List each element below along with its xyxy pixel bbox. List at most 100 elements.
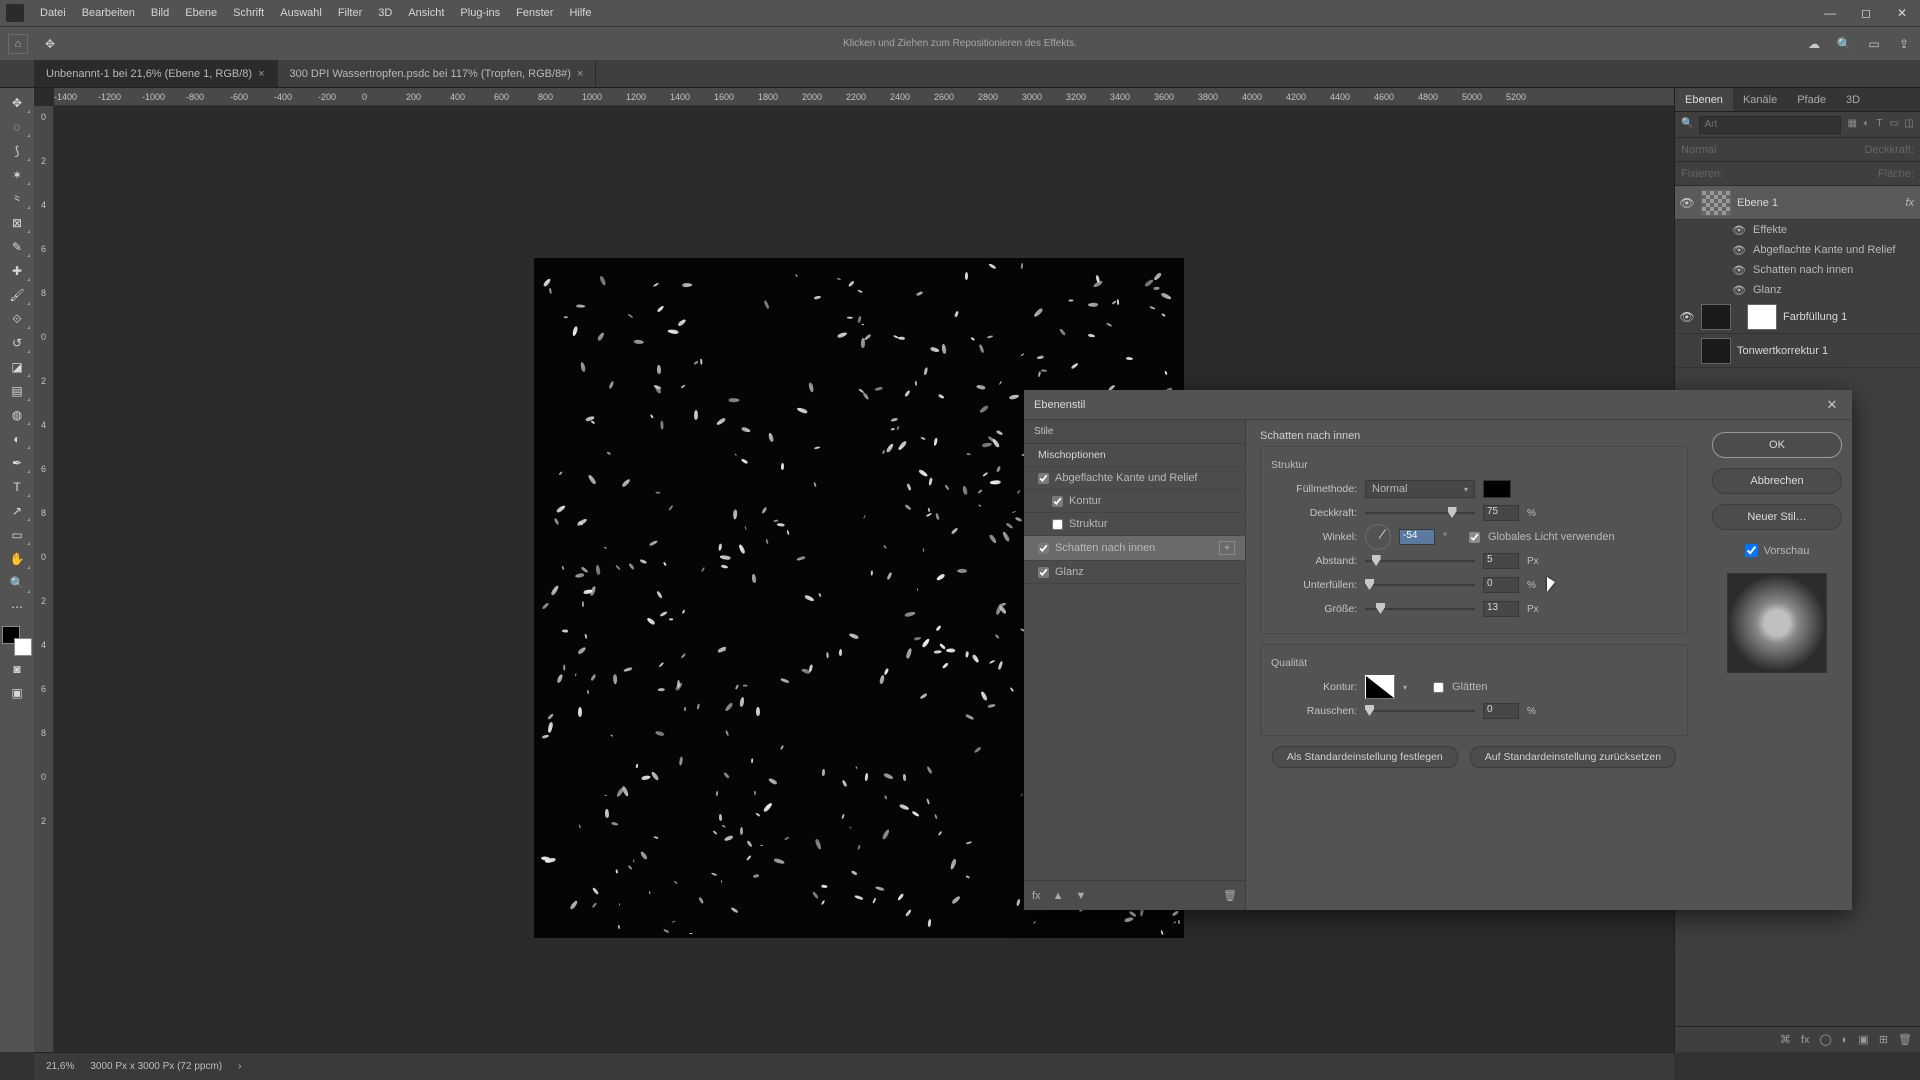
fx-header[interactable]: 👁 Effekte [1675,220,1920,240]
wand-tool-icon[interactable]: ✶ [3,164,31,186]
hand-tool-icon[interactable]: ✋ [3,548,31,570]
search-icon[interactable]: 🔍 [1836,36,1852,52]
reset-default-button[interactable]: Auf Standardeinstellung zurücksetzen [1470,746,1676,768]
menu-filter[interactable]: Filter [330,7,370,19]
contour-picker[interactable] [1365,675,1407,699]
status-chevron-icon[interactable]: › [238,1061,241,1072]
dialog-titlebar[interactable]: Ebenenstil ✕ [1024,390,1852,420]
layer-thumb[interactable] [1701,190,1731,216]
dodge-tool-icon[interactable]: ◐ [3,428,31,450]
link-icon[interactable]: ⌘ [1780,1033,1791,1046]
angle-dial[interactable] [1365,524,1391,550]
fx-inner-shadow[interactable]: 👁 Schatten nach innen [1675,260,1920,280]
more-tools-icon[interactable]: ⋯ [3,596,31,618]
menu-hilfe[interactable]: Hilfe [561,7,599,19]
tab-close-icon[interactable]: × [258,68,264,80]
gradient-tool-icon[interactable]: ▤ [3,380,31,402]
screenmode-icon[interactable]: ▣ [3,682,31,704]
heal-tool-icon[interactable]: ✚ [3,260,31,282]
mask-icon[interactable]: ◯ [1819,1033,1831,1046]
down-icon[interactable]: ▼ [1075,890,1086,902]
new-style-button[interactable]: Neuer Stil… [1712,504,1842,530]
share-icon[interactable]: ⇪ [1896,36,1912,52]
panel-tab-pfade[interactable]: Pfade [1787,88,1836,111]
distance-input[interactable]: 5 [1483,553,1519,569]
inner-shadow-row[interactable]: Schatten nach innen + [1024,536,1245,561]
styles-header[interactable]: Stile [1024,420,1245,444]
filter-smart-icon[interactable]: ◫ [1905,118,1914,132]
doc-tab-2[interactable]: 300 DPI Wassertropfen.psdc bei 117% (Tro… [278,60,597,87]
brush-tool-icon[interactable]: 🖌 [3,284,31,306]
cancel-button[interactable]: Abbrechen [1712,468,1842,494]
layer-tonwert[interactable]: 👁 Tonwertkorrektur 1 [1675,334,1920,368]
glanz-checkbox[interactable] [1038,567,1049,578]
preview-checkbox[interactable] [1745,544,1758,557]
noise-input[interactable]: 0 [1483,703,1519,719]
menu-fenster[interactable]: Fenster [508,7,561,19]
menu-ebene[interactable]: Ebene [177,7,225,19]
visibility-icon[interactable]: 👁 [1679,310,1695,324]
menu-bild[interactable]: Bild [143,7,177,19]
noise-slider[interactable] [1365,704,1475,718]
eyedropper-tool-icon[interactable]: ✎ [3,236,31,258]
panel-tab-ebenen[interactable]: Ebenen [1675,88,1733,111]
doc-info[interactable]: 3000 Px x 3000 Px (72 ppcm) [90,1061,222,1072]
menu-auswahl[interactable]: Auswahl [272,7,330,19]
menu-datei[interactable]: Datei [32,7,74,19]
menu-bearbeiten[interactable]: Bearbeiten [74,7,143,19]
trash-icon[interactable]: 🗑 [1898,1033,1912,1046]
menu-schrift[interactable]: Schrift [225,7,272,19]
layer-farbfuellung[interactable]: 👁 Farbfüllung 1 [1675,300,1920,334]
trash-icon[interactable]: 🗑 [1223,889,1237,902]
layer-thumb[interactable] [1701,338,1731,364]
bevel-checkbox[interactable] [1038,473,1049,484]
new-layer-icon[interactable]: ⊞ [1879,1033,1888,1046]
move-tool-icon[interactable]: ✥ [3,92,31,114]
workspace-icon[interactable]: ▭ [1866,36,1882,52]
color-swatches[interactable] [2,626,32,656]
choke-slider[interactable] [1365,578,1475,592]
move-tool-indicator-icon[interactable]: ✥ [42,36,58,52]
fx-badge[interactable]: fx [1905,197,1914,209]
opacity-input[interactable]: 75 [1483,505,1519,521]
crop-tool-icon[interactable]: ⺀ [3,188,31,210]
visibility-icon[interactable]: 👁 [1679,196,1695,210]
history-brush-tool-icon[interactable]: ↺ [3,332,31,354]
marquee-tool-icon[interactable]: ◌ [3,116,31,138]
panel-tab-3d[interactable]: 3D [1836,88,1870,111]
quickmask-icon[interactable]: ◙ [3,658,31,680]
kontur-row[interactable]: Kontur [1024,490,1245,513]
tab-close-icon[interactable]: × [577,68,583,80]
panel-tab-kanaele[interactable]: Kanäle [1733,88,1787,111]
stamp-tool-icon[interactable]: ⟐ [3,308,31,330]
ok-button[interactable]: OK [1712,432,1842,458]
struktur-checkbox[interactable] [1052,519,1063,530]
group-icon[interactable]: ▣ [1858,1033,1868,1046]
dialog-close-icon[interactable]: ✕ [1822,395,1842,415]
fx-menu-icon[interactable]: fx [1032,890,1041,902]
visibility-icon[interactable]: 👁 [1731,224,1747,237]
visibility-icon[interactable]: 👁 [1731,244,1747,257]
type-tool-icon[interactable]: T [3,476,31,498]
size-slider[interactable] [1365,602,1475,616]
doc-tab-1[interactable]: Unbenannt-1 bei 21,6% (Ebene 1, RGB/8) × [34,60,278,87]
fx-icon[interactable]: fx [1801,1034,1810,1046]
blur-tool-icon[interactable]: ◍ [3,404,31,426]
mask-thumb[interactable] [1747,304,1777,330]
home-icon[interactable]: ⌂ [8,34,28,54]
zoom-tool-icon[interactable]: 🔍 [3,572,31,594]
bevel-row[interactable]: Abgeflachte Kante und Relief [1024,467,1245,490]
shadow-color-swatch[interactable] [1483,480,1511,498]
zoom-readout[interactable]: 21,6% [46,1061,74,1072]
frame-tool-icon[interactable]: ⊠ [3,212,31,234]
layer-filter-input[interactable] [1699,116,1841,134]
menu-ansicht[interactable]: Ansicht [400,7,452,19]
fillmethod-select[interactable]: Normal [1365,480,1475,498]
opacity-slider[interactable] [1365,506,1475,520]
fx-glanz[interactable]: 👁 Glanz [1675,280,1920,300]
make-default-button[interactable]: Als Standardeinstellung festlegen [1272,746,1458,768]
visibility-icon[interactable]: 👁 [1731,284,1747,297]
cloud-icon[interactable]: ☁ [1806,36,1822,52]
close-icon[interactable]: ✕ [1884,6,1920,20]
add-instance-icon[interactable]: + [1219,541,1235,555]
